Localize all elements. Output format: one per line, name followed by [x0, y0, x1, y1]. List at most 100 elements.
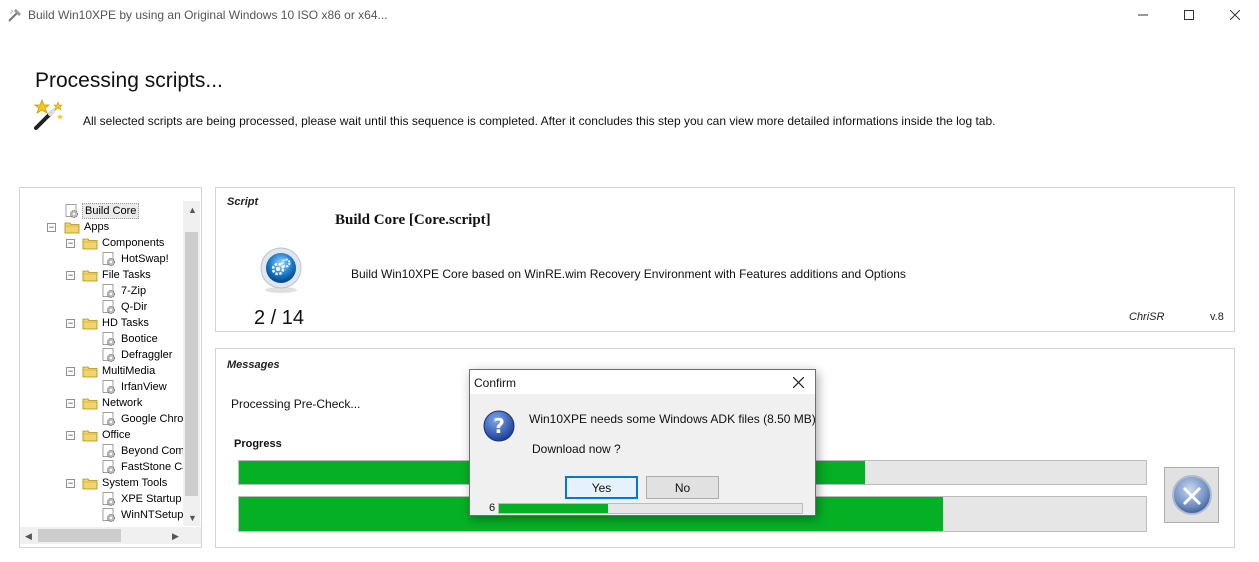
- tree-item[interactable]: Components: [82, 235, 166, 251]
- collapse-icon[interactable]: −: [66, 431, 75, 440]
- dialog-title-bar: Confirm: [470, 370, 815, 394]
- collapse-icon[interactable]: −: [47, 223, 56, 232]
- folder-icon: [64, 222, 80, 234]
- script-gear-icon: [102, 444, 115, 458]
- collapse-icon[interactable]: −: [66, 271, 75, 280]
- dialog-countdown-bar: [498, 503, 803, 514]
- tree-item[interactable]: Apps: [64, 219, 111, 235]
- tree-item[interactable]: FastStone Ca: [101, 459, 190, 475]
- script-gear-icon: [102, 332, 115, 346]
- scroll-down-icon[interactable]: ▼: [188, 513, 197, 523]
- window-title: Build Win10XPE by using an Original Wind…: [28, 8, 388, 22]
- tree-item-label: Beyond Comp: [121, 445, 191, 457]
- close-icon: [1230, 10, 1240, 20]
- tree-item-label: 7-Zip: [121, 285, 147, 297]
- collapse-icon[interactable]: −: [66, 319, 75, 328]
- collapse-icon[interactable]: −: [66, 479, 75, 488]
- yes-button[interactable]: Yes: [565, 476, 638, 499]
- tree-item-label: Google Chron: [121, 413, 190, 425]
- script-gear-icon: [102, 300, 115, 314]
- collapse-icon[interactable]: −: [66, 399, 75, 408]
- tree-item-label: Build Core: [82, 203, 140, 219]
- cancel-x-icon: [1171, 475, 1212, 515]
- question-icon: ?: [483, 410, 515, 442]
- tree-horizontal-scroll-thumb[interactable]: [38, 529, 121, 542]
- script-gear-icon: [102, 284, 115, 298]
- tree-item[interactable]: IrfanView: [101, 379, 169, 395]
- tree-vertical-scroll-thumb[interactable]: [185, 232, 198, 496]
- page-title: Processing scripts...: [35, 69, 223, 92]
- title-bar: Build Win10XPE by using an Original Wind…: [0, 0, 1259, 30]
- folder-icon: [82, 270, 98, 282]
- script-gear-icon: [102, 380, 115, 394]
- collapse-icon[interactable]: −: [66, 239, 75, 248]
- tree-item-label: HD Tasks: [102, 317, 149, 329]
- dialog-countdown: 6: [489, 502, 496, 514]
- tree-item[interactable]: Bootice: [101, 331, 160, 347]
- maximize-button[interactable]: [1166, 0, 1212, 30]
- script-author: ChriSR: [1129, 311, 1165, 323]
- progress-label: Progress: [234, 438, 282, 450]
- tree-item[interactable]: Q-Dir: [101, 299, 149, 315]
- dialog-message: Win10XPE needs some Windows ADK files (8…: [529, 412, 816, 426]
- tree-item-label: HotSwap!: [121, 253, 169, 265]
- folder-icon: [82, 398, 98, 410]
- tree-item[interactable]: System Tools: [82, 475, 169, 491]
- folder-icon: [82, 238, 98, 250]
- tree-item-label: Office: [102, 429, 131, 441]
- dialog-countdown-fill: [499, 504, 609, 513]
- tree-item[interactable]: Google Chron: [101, 411, 192, 427]
- script-caption: Script: [227, 196, 259, 208]
- tree-item[interactable]: 7-Zip: [101, 283, 148, 299]
- script-name: Build Core [Core.script]: [335, 212, 491, 228]
- magic-wand-icon: [33, 98, 63, 130]
- tree-item[interactable]: WinNTSetup: [101, 507, 185, 523]
- no-button[interactable]: No: [646, 476, 719, 499]
- script-version: v.8: [1210, 311, 1224, 323]
- tree-item[interactable]: HotSwap!: [101, 251, 171, 267]
- tree-item[interactable]: Defraggler: [101, 347, 174, 363]
- tree-item[interactable]: Network: [82, 395, 144, 411]
- tree-item[interactable]: Build Core: [64, 203, 140, 219]
- script-counter: 2 / 14: [254, 307, 305, 329]
- close-button[interactable]: [1212, 0, 1258, 30]
- tree-item[interactable]: File Tasks: [82, 267, 153, 283]
- dialog-close-button[interactable]: [788, 374, 808, 390]
- tree-item[interactable]: Beyond Comp: [101, 443, 193, 459]
- tree-item[interactable]: XPE Startup: [101, 491, 184, 507]
- tree-item[interactable]: HD Tasks: [82, 315, 151, 331]
- script-gear-icon: [102, 508, 115, 522]
- close-icon: [792, 376, 804, 388]
- tree-item-label: Network: [102, 397, 143, 409]
- tree-item-label: Components: [102, 237, 165, 249]
- messages-caption: Messages: [227, 359, 280, 371]
- tree-item[interactable]: Office: [82, 427, 133, 443]
- tree-item-label: XPE Startup: [121, 493, 182, 505]
- scroll-left-icon[interactable]: ◀: [25, 531, 32, 542]
- minimize-button[interactable]: [1120, 0, 1166, 30]
- tree-item-label: MultiMedia: [102, 365, 156, 377]
- folder-icon: [82, 366, 98, 378]
- tree-item-label: FastStone Ca: [121, 461, 189, 473]
- script-gear-icon: [102, 492, 115, 506]
- cancel-build-button[interactable]: [1164, 467, 1219, 523]
- scroll-up-icon[interactable]: ▲: [188, 205, 197, 215]
- svg-text:?: ?: [493, 414, 505, 438]
- tree-item-label: Q-Dir: [121, 301, 148, 313]
- tree-item[interactable]: MultiMedia: [82, 363, 157, 379]
- dialog-prompt: Download now ?: [532, 442, 621, 456]
- script-panel: [215, 187, 1235, 332]
- collapse-icon[interactable]: −: [66, 367, 75, 376]
- gear-orb-icon: [260, 247, 302, 293]
- script-description: Build Win10XPE Core based on WinRE.wim R…: [351, 267, 906, 281]
- tree-item-label: WinNTSetup: [121, 509, 184, 521]
- tree-item-label: Bootice: [121, 333, 158, 345]
- header-description: All selected scripts are being processed…: [83, 114, 996, 128]
- script-gear-icon: [65, 204, 78, 218]
- scroll-right-icon[interactable]: ▶: [172, 531, 179, 542]
- script-gear-icon: [102, 460, 115, 474]
- tree-item-label: File Tasks: [102, 269, 151, 281]
- folder-icon: [82, 478, 98, 490]
- status-message: Processing Pre-Check...: [231, 397, 361, 411]
- confirm-dialog: Confirm ? Win10XPE needs some Windows AD…: [469, 369, 816, 516]
